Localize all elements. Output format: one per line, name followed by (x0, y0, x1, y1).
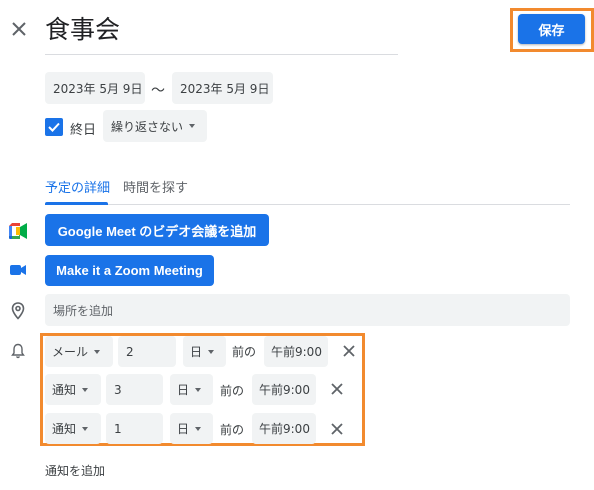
notification-time-select[interactable]: 午前9:00 (264, 336, 328, 367)
close-icon (331, 383, 343, 395)
notification-type-select[interactable]: メール (45, 336, 113, 367)
notification-type-value: 通知 (52, 422, 77, 436)
caret-down-icon (82, 387, 89, 392)
notification-amount-input[interactable]: 2 (118, 336, 176, 367)
notification-unit-select[interactable]: 日 (170, 374, 213, 405)
notification-relation-label: 前の (220, 384, 245, 398)
close-icon[interactable] (8, 18, 30, 40)
notification-type-select[interactable]: 通知 (45, 413, 101, 444)
tab-event-details[interactable]: 予定の詳細 (45, 177, 110, 196)
notification-time-value: 午前9:00 (259, 422, 310, 436)
end-date-field[interactable]: 2023年 5月 9日 (172, 72, 273, 104)
remove-notification-button[interactable] (328, 420, 346, 438)
all-day-label: 終日 (70, 123, 97, 138)
tab-find-time[interactable]: 時間を探す (123, 177, 188, 196)
add-notification-link[interactable]: 通知を追加 (45, 462, 105, 479)
event-title-input[interactable]: 食事会 (45, 15, 398, 55)
notification-unit-value: 日 (177, 383, 190, 397)
remove-notification-button[interactable] (328, 380, 346, 398)
end-date-text: 2023年 5月 9日 (180, 81, 270, 96)
notification-unit-select[interactable]: 日 (170, 413, 213, 444)
caret-down-icon (195, 387, 202, 392)
close-icon (331, 423, 343, 435)
all-day-checkbox[interactable] (45, 118, 63, 136)
bell-icon (8, 341, 28, 361)
notification-time-select[interactable]: 午前9:00 (252, 413, 316, 444)
save-button[interactable]: 保存 (518, 14, 585, 44)
repeat-select[interactable]: 繰り返さない (103, 110, 207, 142)
notification-type-select[interactable]: 通知 (45, 374, 101, 405)
zoom-meeting-button[interactable]: Make it a Zoom Meeting (45, 255, 214, 286)
repeat-value: 繰り返さない (111, 119, 184, 134)
notification-time-value: 午前9:00 (259, 383, 310, 397)
notification-type-value: メール (52, 345, 89, 359)
notification-amount-value: 2 (126, 344, 134, 359)
tab-divider (45, 204, 570, 205)
location-pin-icon (8, 301, 28, 321)
caret-down-icon (82, 426, 89, 431)
notification-unit-value: 日 (190, 345, 203, 359)
close-icon (343, 345, 355, 357)
caret-down-icon (208, 349, 215, 354)
location-input[interactable]: 場所を追加 (45, 294, 570, 326)
notification-amount-value: 3 (114, 382, 122, 397)
notification-relation-label: 前の (232, 345, 257, 359)
notification-unit-value: 日 (177, 422, 190, 436)
active-tab-indicator (45, 202, 108, 205)
add-google-meet-button[interactable]: Google Meet のビデオ会議を追加 (45, 214, 269, 246)
caret-down-icon (195, 426, 202, 431)
location-placeholder: 場所を追加 (53, 303, 114, 318)
start-date-field[interactable]: 2023年 5月 9日 (45, 72, 145, 104)
notification-amount-input[interactable]: 1 (106, 413, 163, 444)
caret-down-icon (94, 349, 101, 354)
notification-time-select[interactable]: 午前9:00 (252, 374, 316, 405)
notification-time-value: 午前9:00 (271, 345, 322, 359)
notification-amount-input[interactable]: 3 (106, 374, 163, 405)
notification-relation-label: 前の (220, 423, 245, 437)
caret-down-icon (189, 124, 196, 128)
zoom-icon (8, 260, 28, 280)
start-date-text: 2023年 5月 9日 (53, 81, 143, 96)
event-title-text: 食事会 (45, 15, 121, 44)
notification-amount-value: 1 (114, 421, 122, 436)
notification-unit-select[interactable]: 日 (183, 336, 226, 367)
notification-type-value: 通知 (52, 383, 77, 397)
remove-notification-button[interactable] (340, 342, 358, 360)
google-meet-icon (8, 221, 28, 241)
check-icon (48, 122, 60, 132)
date-separator: 〜 (151, 83, 165, 99)
